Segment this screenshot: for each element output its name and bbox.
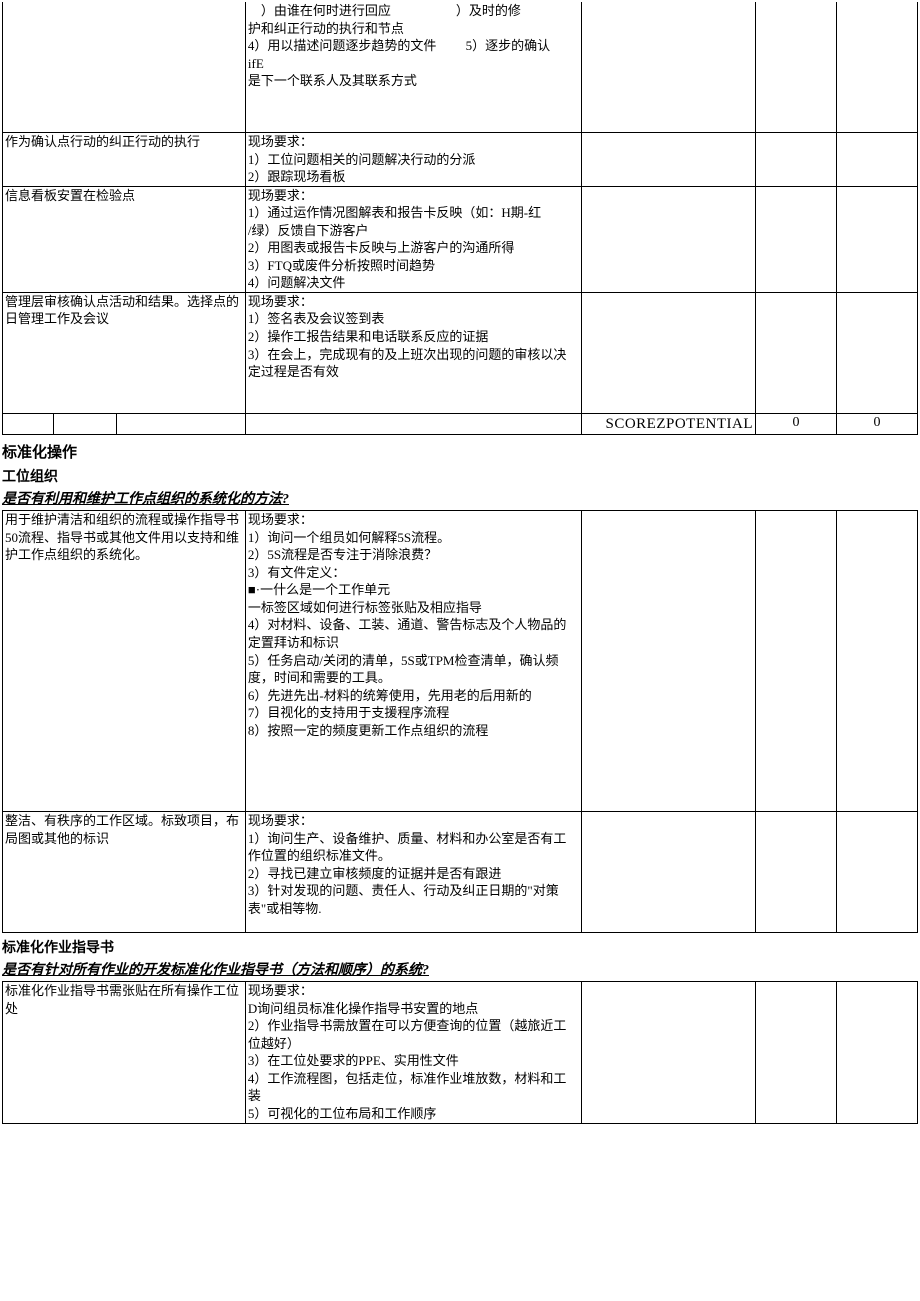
- score-label: SCOREZPOTENTIAL: [581, 413, 755, 434]
- empty-cell: [3, 413, 54, 434]
- table-row: 作为确认点行动的纠正行动的执行 现场要求： 1）工位问题相关的问题解决行动的分派…: [3, 133, 918, 187]
- empty-cell: [836, 511, 917, 812]
- requirement-cell: 现场要求： 1）通过运作情况图解表和报告卡反映（如：H期-红 /绿）反馈自下游客…: [245, 186, 581, 292]
- empty-cell: [756, 292, 837, 413]
- criteria-cell: 管理层审核确认点活动和结果。选择点的日管理工作及会议: [3, 292, 246, 413]
- empty-cell: [836, 292, 917, 413]
- empty-cell: [581, 292, 755, 413]
- empty-cell: [581, 511, 755, 812]
- assessment-table-3: 标准化作业指导书需张贴在所有操作工位处 现场要求： D询问组员标准化操作指导书安…: [2, 981, 918, 1123]
- empty-cell: [53, 413, 117, 434]
- sub-heading-sop: 标准化作业指导书: [2, 937, 918, 957]
- table-row: 标准化作业指导书需张贴在所有操作工位处 现场要求： D询问组员标准化操作指导书安…: [3, 982, 918, 1123]
- table-row: 用于维护清洁和组织的流程或操作指导书50流程、指导书或其他文件用以支持和维护工作…: [3, 511, 918, 812]
- table-row: ）由谁在何时进行回应 ）及时的修 护和纠正行动的执行和节点 4）用以描述问题逐步…: [3, 2, 918, 133]
- criteria-cell: [3, 2, 246, 133]
- table-row: 信息看板安置在检验点 现场要求： 1）通过运作情况图解表和报告卡反映（如：H期-…: [3, 186, 918, 292]
- criteria-cell: 用于维护清洁和组织的流程或操作指导书50流程、指导书或其他文件用以支持和维护工作…: [3, 511, 246, 812]
- criteria-cell: 整洁、有秩序的工作区域。标致项目，布局图或其他的标识: [3, 812, 246, 933]
- empty-cell: [756, 133, 837, 187]
- sub-heading-workstation-org: 工位组织: [2, 466, 918, 486]
- assessment-table-1: ）由谁在何时进行回应 ）及时的修 护和纠正行动的执行和节点 4）用以描述问题逐步…: [2, 2, 918, 435]
- criteria-cell: 信息看板安置在检验点: [3, 186, 246, 292]
- requirement-cell: 现场要求： 1）询问生产、设备维护、质量、材料和办公室是否有工作位置的组织标准文…: [245, 812, 581, 933]
- empty-cell: [581, 2, 755, 133]
- empty-cell: [581, 812, 755, 933]
- empty-cell: [836, 186, 917, 292]
- empty-cell: [756, 982, 837, 1123]
- empty-cell: [117, 413, 246, 434]
- empty-cell: [581, 186, 755, 292]
- empty-cell: [245, 413, 581, 434]
- empty-cell: [756, 186, 837, 292]
- empty-cell: [581, 133, 755, 187]
- requirement-cell: 现场要求： 1）签名表及会议签到表 2）操作工报告结果和电话联系反应的证据 3）…: [245, 292, 581, 413]
- score-value: 0: [756, 413, 837, 434]
- table-row: 管理层审核确认点活动和结果。选择点的日管理工作及会议 现场要求： 1）签名表及会…: [3, 292, 918, 413]
- empty-cell: [836, 982, 917, 1123]
- requirement-cell: 现场要求： 1）询问一个组员如何解释5S流程。 2）5S流程是否专注于消除浪费？…: [245, 511, 581, 812]
- criteria-cell: 作为确认点行动的纠正行动的执行: [3, 133, 246, 187]
- empty-cell: [756, 511, 837, 812]
- empty-cell: [836, 133, 917, 187]
- empty-cell: [756, 2, 837, 133]
- question-sop: 是否有针对所有作业的开发标准化作业指导书（方法和顺序）的系统?: [2, 959, 918, 979]
- empty-cell: [836, 2, 917, 133]
- requirement-cell: ）由谁在何时进行回应 ）及时的修 护和纠正行动的执行和节点 4）用以描述问题逐步…: [245, 2, 581, 133]
- assessment-table-2: 用于维护清洁和组织的流程或操作指导书50流程、指导书或其他文件用以支持和维护工作…: [2, 510, 918, 933]
- criteria-cell: 标准化作业指导书需张贴在所有操作工位处: [3, 982, 246, 1123]
- table-row: 整洁、有秩序的工作区域。标致项目，布局图或其他的标识 现场要求： 1）询问生产、…: [3, 812, 918, 933]
- empty-cell: [756, 812, 837, 933]
- score-value: 0: [836, 413, 917, 434]
- empty-cell: [581, 982, 755, 1123]
- score-row: SCOREZPOTENTIAL 0 0: [3, 413, 918, 434]
- empty-cell: [836, 812, 917, 933]
- requirement-cell: 现场要求： D询问组员标准化操作指导书安置的地点 2）作业指导书需放置在可以方便…: [245, 982, 581, 1123]
- section-heading-standardized-ops: 标准化操作: [2, 441, 918, 462]
- requirement-cell: 现场要求： 1）工位问题相关的问题解决行动的分派 2）跟踪现场看板: [245, 133, 581, 187]
- question-workstation-org: 是否有利用和维护工作点组织的系统化的方法?: [2, 488, 918, 508]
